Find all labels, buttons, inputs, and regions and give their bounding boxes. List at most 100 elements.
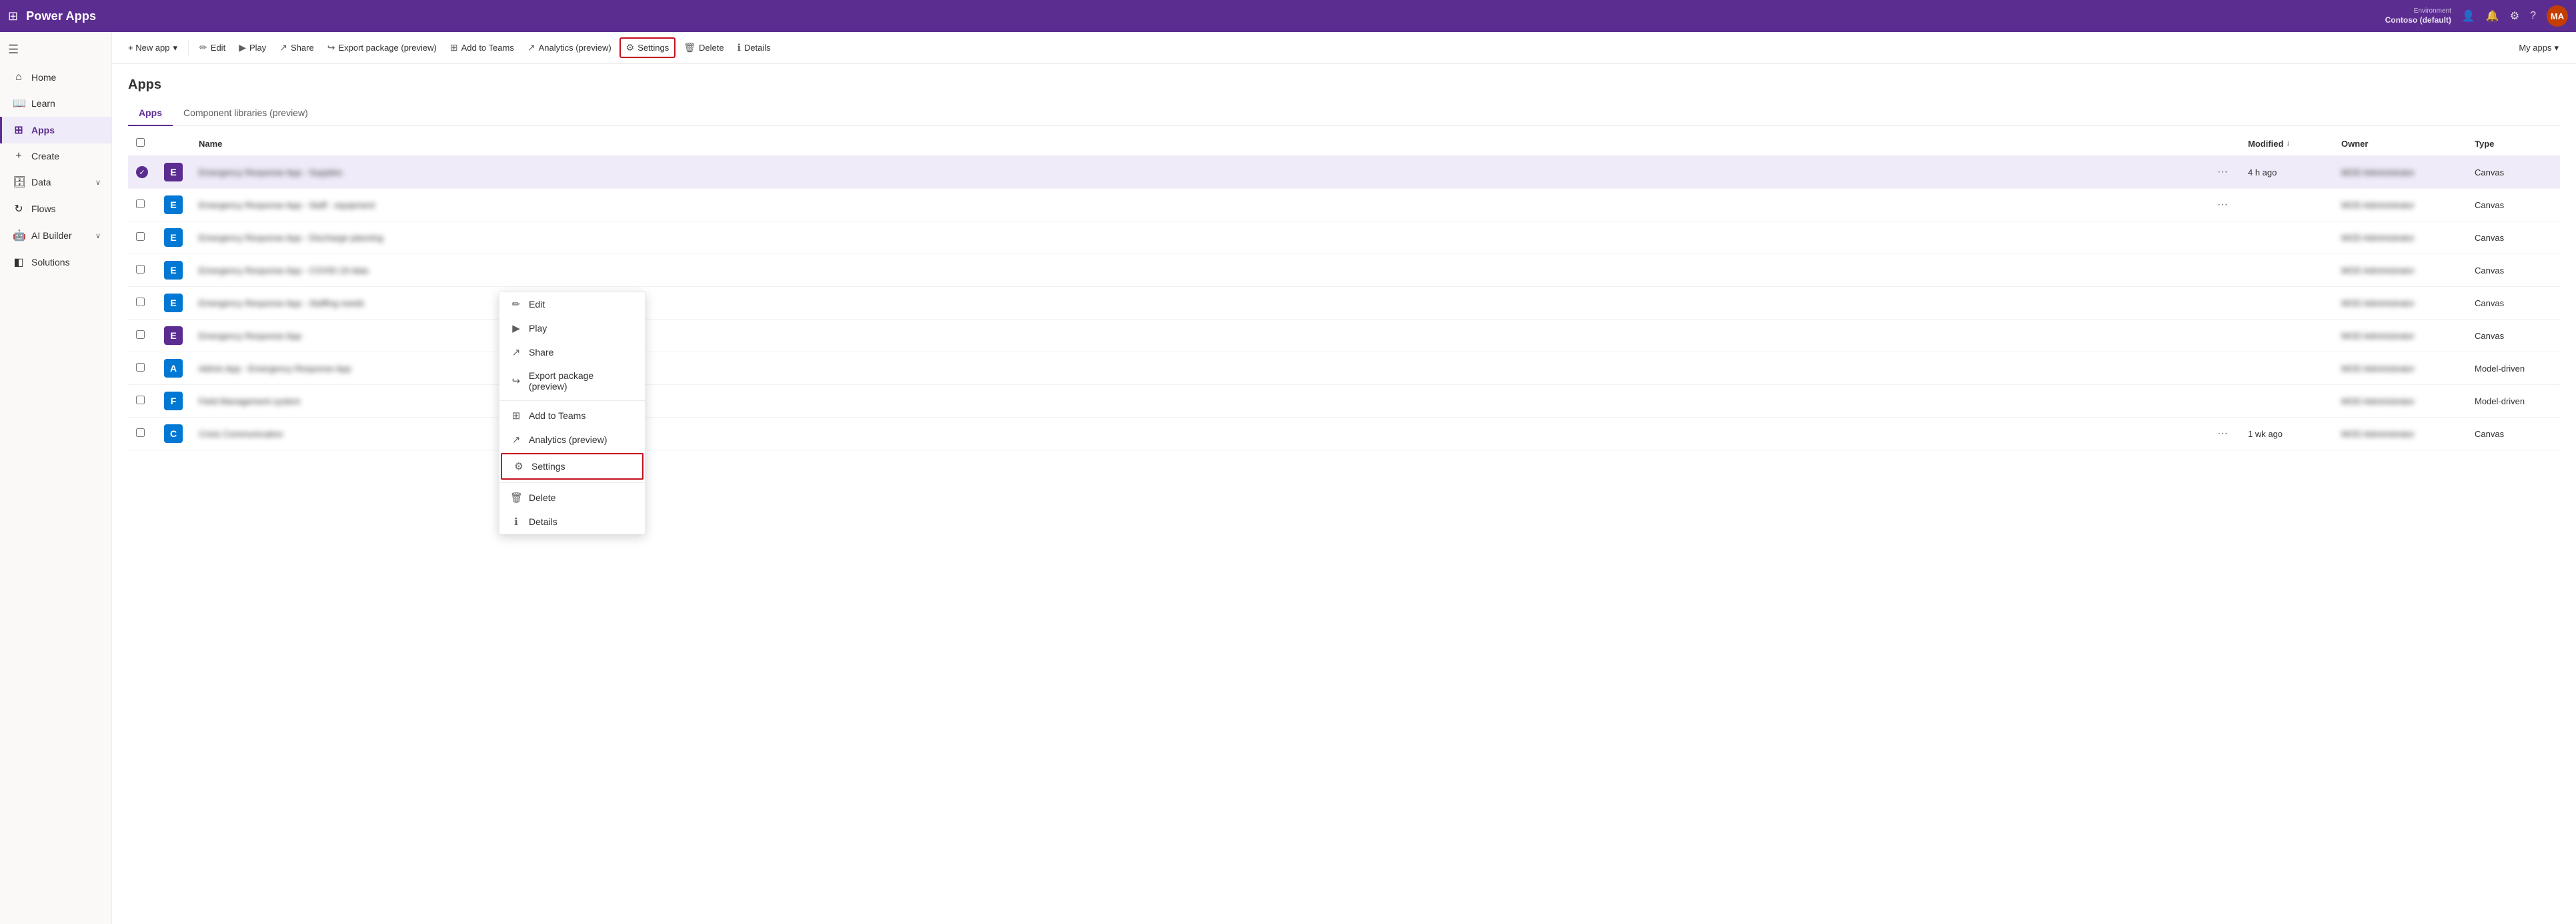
ctx-delete-icon: 🗑 [510, 492, 522, 504]
sidebar-item-home[interactable]: ⌂ Home [0, 65, 111, 90]
table-row: AAdmin App - Emergency Response AppMOD A… [128, 352, 2560, 385]
row-name-cell[interactable]: Emergency Response App - Staff - equipme… [191, 189, 2205, 221]
row-checkbox[interactable] [136, 363, 145, 372]
ctx-item-add-to-teams[interactable]: ⊞Add to Teams [499, 404, 645, 428]
ctx-item-analytics[interactable]: ↗Analytics (preview) [499, 428, 645, 452]
row-owner-cell: MOD Administrator [2333, 189, 2467, 221]
play-button[interactable]: ▶ Play [233, 39, 271, 57]
share-button[interactable]: ↗ Share [274, 39, 319, 57]
row-modified-cell [2240, 254, 2333, 287]
sidebar-item-flows[interactable]: ↻ Flows [0, 195, 111, 222]
row-name-cell[interactable]: Emergency Response App [191, 320, 2205, 352]
ctx-item-delete[interactable]: 🗑Delete [499, 486, 645, 510]
row-selected-checkmark[interactable]: ✓ [136, 166, 148, 178]
row-name-cell[interactable]: Emergency Response App - Supplies [191, 156, 2205, 189]
export-button[interactable]: ↪ Export package (preview) [322, 39, 442, 57]
row-checkbox[interactable] [136, 298, 145, 306]
my-apps-label: My apps [2519, 43, 2551, 53]
waffle-icon[interactable]: ⊞ [8, 9, 18, 23]
row-checkbox[interactable] [136, 428, 145, 437]
row-owner-cell: MOD Administrator [2333, 221, 2467, 254]
row-type-cell: Canvas [2467, 418, 2560, 450]
app-icon: E [164, 326, 183, 345]
row-dots-cell [2205, 320, 2240, 352]
select-all-checkbox[interactable] [136, 138, 145, 147]
ctx-item-export[interactable]: ↪Export package (preview) [499, 364, 645, 398]
ctx-details-icon: ℹ [510, 516, 522, 528]
row-type-cell: Canvas [2467, 254, 2560, 287]
row-name-cell[interactable]: Crisis Communication [191, 418, 2205, 450]
details-button[interactable]: ℹ Details [732, 39, 776, 57]
person-icon[interactable]: 👤 [2462, 9, 2475, 23]
row-name-cell[interactable]: Admin App - Emergency Response App [191, 352, 2205, 385]
ctx-item-details[interactable]: ℹDetails [499, 510, 645, 534]
delete-button[interactable]: 🗑 Delete [678, 39, 729, 57]
my-apps-chevron-icon: ▾ [2554, 43, 2559, 53]
row-more-options-button[interactable]: ··· [2213, 165, 2232, 179]
owner-value: MOD Administrator [2341, 233, 2415, 243]
settings-icon[interactable]: ⚙ [2510, 9, 2519, 23]
row-dots-cell: ··· [2205, 156, 2240, 189]
col-name-sort[interactable]: Name [199, 139, 2197, 149]
settings-gear-icon: ⚙ [626, 42, 635, 53]
row-dots-cell [2205, 385, 2240, 418]
analytics-button[interactable]: ↗ Analytics (preview) [522, 39, 617, 57]
row-type-cell: Canvas [2467, 156, 2560, 189]
col-header-owner[interactable]: Owner [2333, 131, 2467, 156]
row-name-cell[interactable]: Emergency Response App - Discharge plann… [191, 221, 2205, 254]
row-checkbox[interactable] [136, 232, 145, 241]
tab-component-libraries[interactable]: Component libraries (preview) [173, 101, 319, 126]
row-checkbox[interactable] [136, 265, 145, 274]
environment-info[interactable]: Environment Contoso (default) [2385, 7, 2451, 26]
edit-button[interactable]: ✏ Edit [194, 39, 231, 57]
sidebar-item-solutions[interactable]: ◧ Solutions [0, 249, 111, 276]
sidebar-item-learn[interactable]: 📖 Learn [0, 90, 111, 117]
ctx-item-settings[interactable]: ⚙Settings [501, 453, 643, 480]
row-name-cell[interactable]: Emergency Response App - Staffing needs [191, 287, 2205, 320]
settings-button[interactable]: ⚙ Settings [619, 37, 676, 58]
sidebar-item-create[interactable]: + Create [0, 143, 111, 169]
row-name-cell[interactable]: Field Management system [191, 385, 2205, 418]
ctx-item-edit[interactable]: ✏Edit [499, 292, 645, 316]
row-checkbox[interactable] [136, 330, 145, 339]
ctx-item-share[interactable]: ↗Share [499, 340, 645, 364]
my-apps-button[interactable]: My apps ▾ [2512, 39, 2565, 57]
row-name-cell[interactable]: Emergency Response App - COVID-19 data [191, 254, 2205, 287]
sidebar-collapse-button[interactable]: ☰ [0, 37, 111, 62]
row-select-cell: ✓ [128, 156, 156, 189]
row-checkbox[interactable] [136, 199, 145, 208]
delete-icon: 🗑 [684, 42, 696, 53]
row-more-options-button[interactable]: ··· [2213, 426, 2232, 440]
col-header-type[interactable]: Type [2467, 131, 2560, 156]
col-header-name[interactable]: Name [191, 131, 2205, 156]
sidebar-item-data[interactable]: 🗄 Data ∨ [0, 169, 111, 195]
row-modified-cell [2240, 352, 2333, 385]
sidebar: ☰ ⌂ Home 📖 Learn ⊞ Apps + Create 🗄 Data … [0, 32, 112, 924]
add-to-teams-button[interactable]: ⊞ Add to Teams [445, 39, 519, 57]
sidebar-item-label-flows: Flows [31, 203, 56, 214]
export-label: Export package (preview) [338, 43, 436, 53]
sidebar-item-apps[interactable]: ⊞ Apps [0, 117, 111, 143]
col-header-modified[interactable]: Modified ↓ [2240, 131, 2333, 156]
ctx-settings-icon: ⚙ [513, 460, 525, 472]
create-icon: + [13, 150, 25, 162]
owner-value: MOD Administrator [2341, 396, 2415, 406]
modified-value: 1 wk ago [2248, 429, 2283, 439]
help-icon[interactable]: ? [2530, 10, 2536, 22]
col-owner-label: Owner [2341, 139, 2368, 149]
row-owner-cell: MOD Administrator [2333, 254, 2467, 287]
app-icon: E [164, 261, 183, 280]
app-name: Admin App - Emergency Response App [199, 364, 351, 374]
col-modified-sort[interactable]: Modified ↓ [2248, 139, 2325, 149]
new-app-button[interactable]: + New app ▾ [123, 39, 183, 57]
ctx-item-play[interactable]: ▶Play [499, 316, 645, 340]
tab-apps[interactable]: Apps [128, 101, 173, 126]
row-more-options-button[interactable]: ··· [2213, 197, 2232, 211]
avatar[interactable]: MA [2547, 5, 2568, 27]
notification-icon[interactable]: 🔔 [2486, 9, 2499, 23]
teams-icon: ⊞ [450, 42, 458, 53]
row-select-cell [128, 221, 156, 254]
sidebar-item-ai-builder[interactable]: 🤖 AI Builder ∨ [0, 222, 111, 249]
row-checkbox[interactable] [136, 396, 145, 404]
row-icon-cell: C [156, 418, 191, 450]
